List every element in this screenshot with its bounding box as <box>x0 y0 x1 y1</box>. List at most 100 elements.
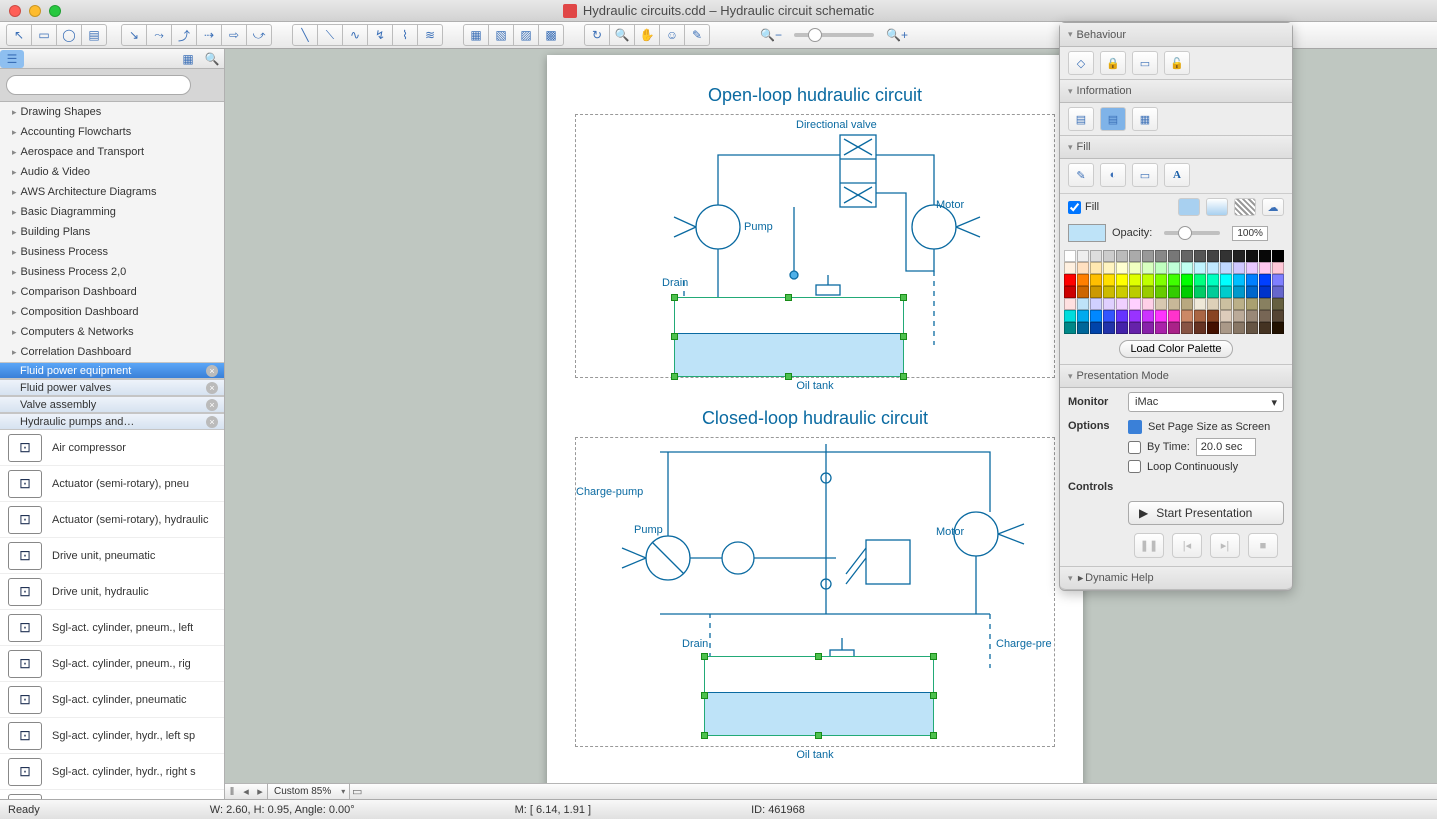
color-swatch[interactable] <box>1194 322 1206 334</box>
group-tool-4[interactable]: ▩ <box>538 24 564 46</box>
color-swatch[interactable] <box>1155 310 1167 322</box>
color-swatch[interactable] <box>1077 286 1089 298</box>
color-swatch[interactable] <box>1064 274 1076 286</box>
color-swatch[interactable] <box>1220 250 1232 262</box>
behaviour-btn-2[interactable]: 🔒 <box>1100 51 1126 75</box>
zoom-tool[interactable]: 🔍 <box>609 24 635 46</box>
color-swatch[interactable] <box>1064 262 1076 274</box>
color-swatch[interactable] <box>1246 310 1258 322</box>
library-category[interactable]: Aerospace and Transport <box>0 142 224 162</box>
color-swatch[interactable] <box>1272 298 1284 310</box>
color-swatch[interactable] <box>1142 298 1154 310</box>
fill-tab-shadow[interactable]: ◐ <box>1100 163 1126 187</box>
color-swatch[interactable] <box>1207 322 1219 334</box>
color-swatch[interactable] <box>1233 286 1245 298</box>
refresh-tool[interactable]: ↻ <box>584 24 610 46</box>
fill-tab-text[interactable]: A <box>1164 163 1190 187</box>
info-btn-2[interactable]: ▤ <box>1100 107 1126 131</box>
fill-type-solid[interactable] <box>1178 198 1200 216</box>
color-swatch[interactable] <box>1272 310 1284 322</box>
library-category[interactable]: Business Process <box>0 242 224 262</box>
color-swatch[interactable] <box>1090 274 1102 286</box>
color-swatch[interactable] <box>1246 250 1258 262</box>
shape-item[interactable]: ⊡Drive unit, pneumatic <box>0 538 224 574</box>
color-swatch[interactable] <box>1246 262 1258 274</box>
eyedropper-tool[interactable]: ✎ <box>684 24 710 46</box>
color-swatch[interactable] <box>1090 250 1102 262</box>
fill-tab-line[interactable]: ▭ <box>1132 163 1158 187</box>
color-swatch[interactable] <box>1181 310 1193 322</box>
color-swatch[interactable] <box>1155 322 1167 334</box>
shape-item[interactable]: ⊡Actuator (semi-rotary), hydraulic <box>0 502 224 538</box>
library-group[interactable]: Fluid power valves× <box>0 379 224 396</box>
opt-pagesize[interactable]: Set Page Size as Screen <box>1148 421 1270 433</box>
color-swatch[interactable] <box>1233 322 1245 334</box>
color-swatch[interactable] <box>1155 298 1167 310</box>
info-btn-1[interactable]: ▤ <box>1068 107 1094 131</box>
person-tool[interactable]: ☺ <box>659 24 685 46</box>
color-swatch[interactable] <box>1077 262 1089 274</box>
close-icon[interactable]: × <box>206 416 218 428</box>
color-swatch[interactable] <box>1116 262 1128 274</box>
fill-preview[interactable] <box>1068 224 1106 242</box>
color-swatch[interactable] <box>1207 250 1219 262</box>
color-swatch[interactable] <box>1181 274 1193 286</box>
color-swatch[interactable] <box>1129 250 1141 262</box>
oil-tank-shape-1[interactable] <box>674 297 904 377</box>
color-swatch[interactable] <box>1064 250 1076 262</box>
line-tool-3[interactable]: ∿ <box>342 24 368 46</box>
load-palette-button[interactable]: Load Color Palette <box>1119 340 1232 358</box>
library-category[interactable]: AWS Architecture Diagrams <box>0 182 224 202</box>
color-swatch[interactable] <box>1246 274 1258 286</box>
color-swatch[interactable] <box>1246 286 1258 298</box>
library-tree-tab[interactable]: ☰ <box>0 50 24 68</box>
opt-loop-check[interactable] <box>1128 460 1141 473</box>
prev-button[interactable]: |◂ <box>1172 533 1202 558</box>
color-swatch[interactable] <box>1155 274 1167 286</box>
library-category[interactable]: Audio & Video <box>0 162 224 182</box>
library-category[interactable]: Composition Dashboard <box>0 302 224 322</box>
group-tool-1[interactable]: ▦ <box>463 24 489 46</box>
color-swatch[interactable] <box>1129 298 1141 310</box>
color-swatch[interactable] <box>1103 322 1115 334</box>
color-swatch[interactable] <box>1142 250 1154 262</box>
library-category[interactable]: Accounting Flowcharts <box>0 122 224 142</box>
color-swatch[interactable] <box>1194 250 1206 262</box>
line-tool-1[interactable]: ╲ <box>292 24 318 46</box>
group-tool-2[interactable]: ▧ <box>488 24 514 46</box>
group-tool-3[interactable]: ▨ <box>513 24 539 46</box>
color-swatch[interactable] <box>1103 250 1115 262</box>
color-swatch[interactable] <box>1077 298 1089 310</box>
inspector-fill-header[interactable]: Fill <box>1060 135 1292 159</box>
color-swatch[interactable] <box>1168 262 1180 274</box>
color-swatch[interactable] <box>1168 286 1180 298</box>
color-swatch[interactable] <box>1207 274 1219 286</box>
behaviour-btn-3[interactable]: ▭ <box>1132 51 1158 75</box>
color-swatch[interactable] <box>1207 262 1219 274</box>
connector-tool-1[interactable]: ↘ <box>121 24 147 46</box>
horizontal-scrollbar[interactable]: ‖ ◂ ▸ Custom 85% ▭ <box>225 783 1437 799</box>
color-swatch[interactable] <box>1090 286 1102 298</box>
inspector-information-header[interactable]: Information <box>1060 79 1292 103</box>
connector-tool-3[interactable]: ⤴ <box>171 24 197 46</box>
library-category[interactable]: Business Process 2,0 <box>0 262 224 282</box>
color-swatch[interactable] <box>1246 322 1258 334</box>
library-category[interactable]: Drawing Shapes <box>0 102 224 122</box>
inspector-presentation-header[interactable]: Presentation Mode <box>1060 364 1292 388</box>
color-swatch[interactable] <box>1168 310 1180 322</box>
color-swatch[interactable] <box>1064 322 1076 334</box>
fill-type-gradient[interactable] <box>1206 198 1228 216</box>
shape-item[interactable]: ⊡Sgl-act. cylinder, hydraulic <box>0 790 224 799</box>
color-swatch[interactable] <box>1246 298 1258 310</box>
color-swatch[interactable] <box>1194 286 1206 298</box>
color-swatch[interactable] <box>1259 322 1271 334</box>
shape-item[interactable]: ⊡Drive unit, hydraulic <box>0 574 224 610</box>
color-swatch[interactable] <box>1259 286 1271 298</box>
color-swatch[interactable] <box>1103 262 1115 274</box>
color-swatch[interactable] <box>1272 322 1284 334</box>
color-swatch[interactable] <box>1077 250 1089 262</box>
shape-item[interactable]: ⊡Sgl-act. cylinder, pneum., left <box>0 610 224 646</box>
color-swatch[interactable] <box>1220 274 1232 286</box>
color-swatch[interactable] <box>1233 250 1245 262</box>
color-swatch[interactable] <box>1272 286 1284 298</box>
